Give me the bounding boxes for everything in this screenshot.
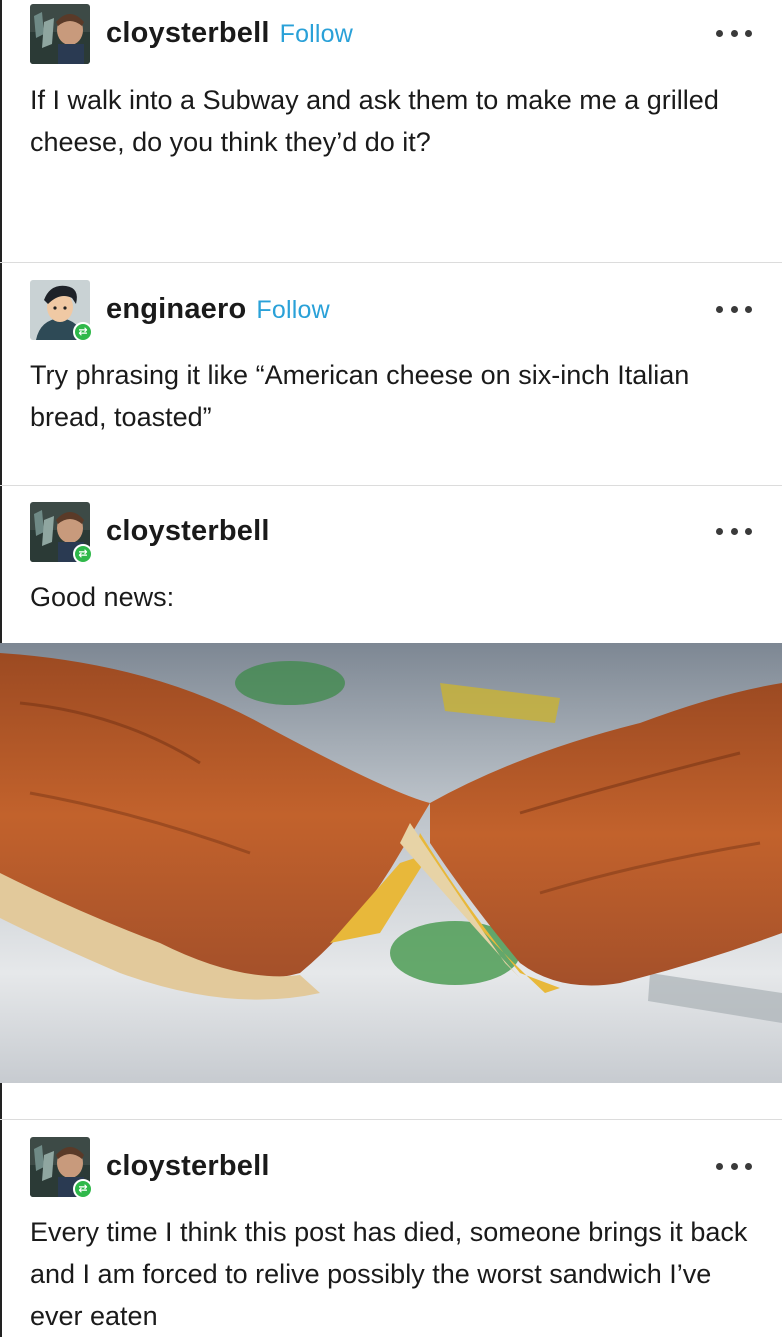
post-2: ⇄ enginaero Follow Try phrasing it like “… [0, 263, 782, 485]
username-text[interactable]: cloysterbell [106, 17, 270, 49]
post-3: ⇄ cloysterbell Good news: [0, 486, 782, 643]
more-options-icon[interactable] [716, 302, 752, 316]
post-text: Try phrasing it like “American cheese on… [30, 360, 690, 432]
reblog-badge-icon: ⇄ [73, 544, 93, 564]
sandwich-photo[interactable] [0, 643, 782, 1083]
username-text[interactable]: enginaero [106, 293, 246, 325]
username-text[interactable]: cloysterbell [106, 1150, 270, 1182]
more-options-icon[interactable] [716, 26, 752, 40]
username[interactable]: cloysterbell [106, 515, 270, 548]
username[interactable]: enginaero Follow [106, 293, 330, 326]
follow-button[interactable]: Follow [280, 20, 353, 48]
username[interactable]: cloysterbell [106, 1150, 270, 1183]
follow-button[interactable]: Follow [256, 296, 329, 324]
post-4: ⇄ cloysterbell Every time I think this p… [0, 1120, 782, 1337]
post-header: ⇄ enginaero Follow [30, 280, 752, 342]
avatar-portrait-icon[interactable] [30, 4, 90, 64]
post-1: cloysterbell Follow If I walk into a Subw… [0, 0, 782, 262]
post-text: If I walk into a Subway and ask them to … [30, 85, 719, 157]
post-header: cloysterbell Follow [30, 4, 752, 64]
post-header: ⇄ cloysterbell [30, 502, 752, 564]
username-text[interactable]: cloysterbell [106, 515, 270, 547]
post-text: Every time I think this post has died, s… [30, 1217, 748, 1331]
more-options-icon[interactable] [716, 524, 752, 538]
reblog-badge-icon: ⇄ [73, 1179, 93, 1199]
post-text: Good news: [30, 582, 175, 612]
more-options-icon[interactable] [716, 1159, 752, 1173]
username[interactable]: cloysterbell Follow [106, 17, 353, 50]
reblog-badge-icon: ⇄ [73, 322, 93, 342]
post-header: ⇄ cloysterbell [30, 1137, 752, 1199]
